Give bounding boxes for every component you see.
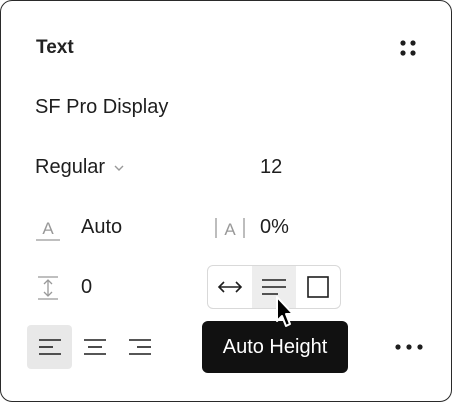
- align-left-icon: [38, 339, 61, 355]
- font-weight-label: Regular: [35, 156, 106, 178]
- svg-text:A: A: [224, 220, 236, 239]
- panel-title: Text: [36, 37, 74, 58]
- paragraph-spacing-icon: [34, 274, 62, 302]
- svg-text:A: A: [42, 219, 54, 238]
- square-icon: [307, 276, 329, 298]
- text-properties-panel: Text SF Pro Display Regular 12 A Auto A …: [0, 0, 452, 402]
- text-align-group: [27, 325, 162, 369]
- tooltip-label: Auto Height: [222, 335, 328, 358]
- align-left-button[interactable]: [27, 325, 72, 369]
- align-right-icon: [128, 339, 151, 355]
- line-height-input[interactable]: Auto: [81, 216, 122, 239]
- paragraph-spacing-input[interactable]: 0: [81, 276, 92, 299]
- pointer-cursor-icon: [269, 295, 303, 335]
- align-center-icon: [83, 339, 106, 355]
- line-height-icon: A: [33, 213, 63, 243]
- font-weight-select[interactable]: Regular: [35, 156, 125, 179]
- font-family-select[interactable]: SF Pro Display: [35, 96, 168, 119]
- auto-width-button[interactable]: [208, 266, 252, 308]
- arrows-horizontal-icon: [217, 281, 243, 293]
- letter-spacing-icon: A: [211, 214, 249, 242]
- more-dots-icon[interactable]: [391, 337, 427, 357]
- chevron-down-icon: [114, 165, 124, 171]
- align-right-button[interactable]: [117, 325, 162, 369]
- letter-spacing-input[interactable]: 0%: [260, 216, 289, 239]
- align-center-button[interactable]: [72, 325, 117, 369]
- font-size-input[interactable]: 12: [260, 156, 282, 179]
- four-dots-icon[interactable]: [397, 37, 419, 59]
